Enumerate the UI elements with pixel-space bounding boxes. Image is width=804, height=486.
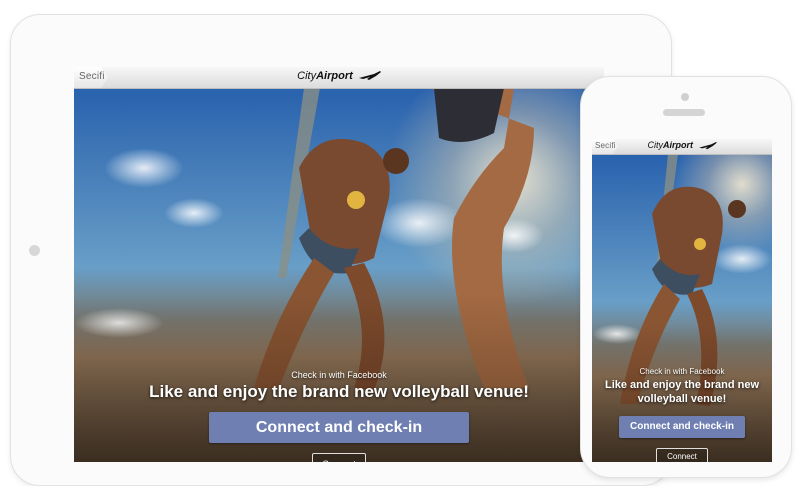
city-airport-logo: CityAirport [592,140,772,150]
brand-city-text: City [647,140,663,150]
plane-icon [698,141,717,149]
checkin-label: Check in with Facebook [639,367,725,376]
brand-city-text: City [297,70,317,82]
brand-airport-text: Airport [316,70,353,82]
tablet-home-button [29,245,40,256]
background-photo: Check in with Facebook Like and enjoy th… [592,139,772,462]
tablet-screen: Check in with Facebook Like and enjoy th… [74,67,604,462]
background-photo: Check in with Facebook Like and enjoy th… [74,67,604,462]
top-bar: Secifi CityAirport [592,139,772,155]
promo-headline: Like and enjoy the brand new volleyball … [149,382,529,401]
phone-speaker [663,109,705,116]
plane-icon [358,71,381,81]
phone-screen: Check in with Facebook Like and enjoy th… [592,139,772,462]
brand-airport-text: Airport [662,140,693,150]
city-airport-logo: CityAirport [74,70,604,82]
connect-button[interactable]: Connect [312,453,366,462]
connect-and-checkin-button[interactable]: Connect and check-in [619,416,745,438]
phone-camera [681,93,689,101]
promo-headline: Like and enjoy the brand new volleyball … [604,379,760,405]
top-bar: Secifi CityAirport [74,67,604,89]
checkin-label: Check in with Facebook [291,370,387,380]
connect-and-checkin-button[interactable]: Connect and check-in [209,412,469,443]
connect-button[interactable]: Connect [656,448,708,462]
